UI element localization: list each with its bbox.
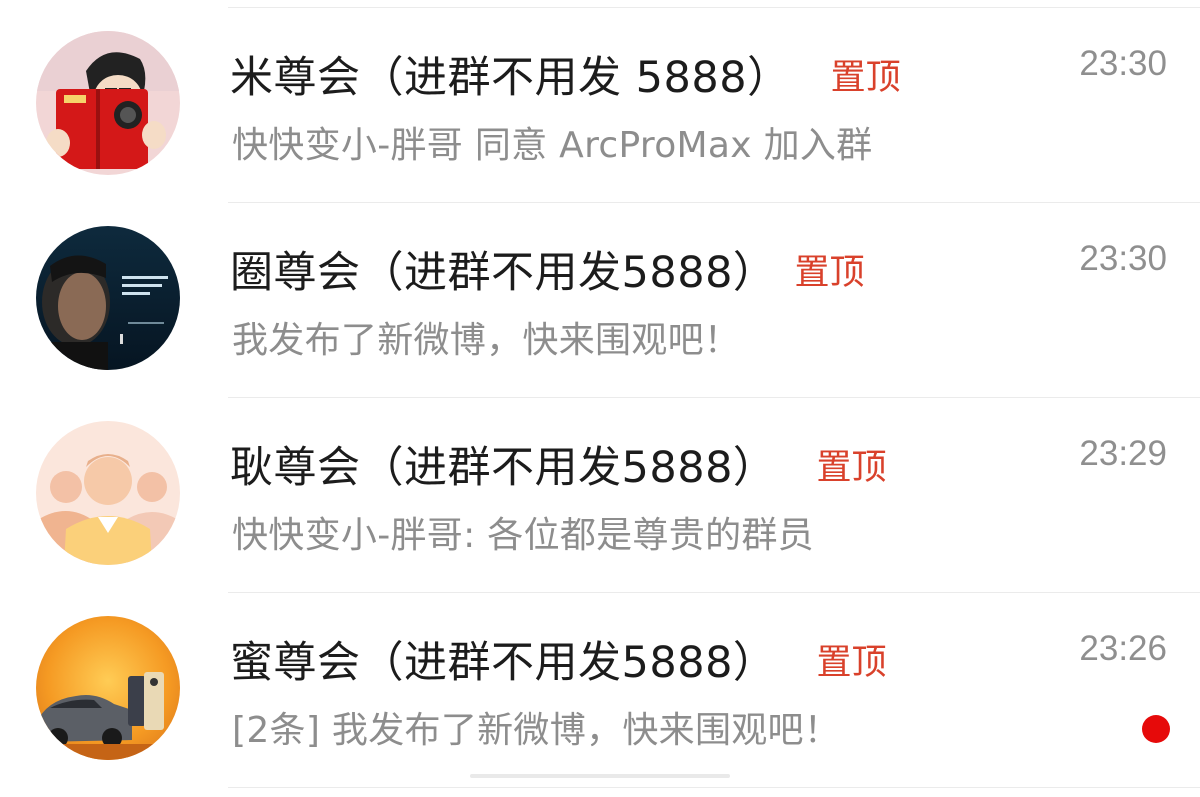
- group-name: 圈尊会（进群不用发5888）: [230, 248, 777, 298]
- message-time: 23:26: [1079, 629, 1167, 668]
- last-message-preview: 我发布了新微博，快来围观吧！: [232, 320, 741, 361]
- group-people-icon: [36, 421, 180, 565]
- chat-list: 米尊会（进群不用发 5888） 置顶 快快变小-胖哥 同意 ArcProMax …: [0, 0, 1200, 797]
- group-name: 耿尊会（进群不用发5888）: [230, 443, 777, 493]
- watermark-icon: [470, 774, 730, 778]
- chat-title-line: 耿尊会（进群不用发5888） 置顶: [230, 434, 886, 494]
- message-time: 23:30: [1079, 44, 1167, 83]
- last-message-preview: 快快变小-胖哥 同意 ArcProMax 加入群: [232, 125, 873, 166]
- group-name: 蜜尊会（进群不用发5888）: [230, 638, 777, 688]
- message-time: 23:30: [1079, 239, 1167, 278]
- last-message-preview: [2条] 我发布了新微博，快来围观吧！: [232, 710, 841, 751]
- chat-title-line: 圈尊会（进群不用发5888） 置顶: [230, 239, 864, 299]
- last-message-preview: 快快变小-胖哥: 各位都是尊贵的群员: [232, 515, 814, 556]
- chat-row[interactable]: 米尊会（进群不用发 5888） 置顶 快快变小-胖哥 同意 ArcProMax …: [0, 8, 1200, 203]
- pinned-badge: 置顶: [816, 642, 887, 683]
- pinned-badge: 置顶: [794, 252, 865, 293]
- bottom-divider: [228, 787, 1200, 788]
- pinned-badge: 置顶: [816, 447, 887, 488]
- chat-title-line: 蜜尊会（进群不用发5888） 置顶: [230, 629, 886, 689]
- chat-row[interactable]: 蜜尊会（进群不用发5888） 置顶 [2条] 我发布了新微博，快来围观吧！ 23…: [0, 593, 1200, 788]
- man-speaking-on-stage-icon: [36, 226, 180, 370]
- pinned-badge: 置顶: [830, 57, 901, 98]
- group-name: 米尊会（进群不用发 5888）: [230, 53, 791, 103]
- unread-indicator: [1142, 715, 1170, 743]
- chat-row[interactable]: 耿尊会（进群不用发5888） 置顶 快快变小-胖哥: 各位都是尊贵的群员 23:…: [0, 398, 1200, 593]
- chat-title-line: 米尊会（进群不用发 5888） 置顶: [230, 44, 901, 104]
- car-and-phone-ad-icon: [36, 616, 180, 760]
- message-time: 23:29: [1079, 434, 1167, 473]
- chat-row[interactable]: 圈尊会（进群不用发5888） 置顶 我发布了新微博，快来围观吧！ 23:30: [0, 203, 1200, 398]
- cartoon-man-holding-red-phone-icon: [36, 31, 180, 175]
